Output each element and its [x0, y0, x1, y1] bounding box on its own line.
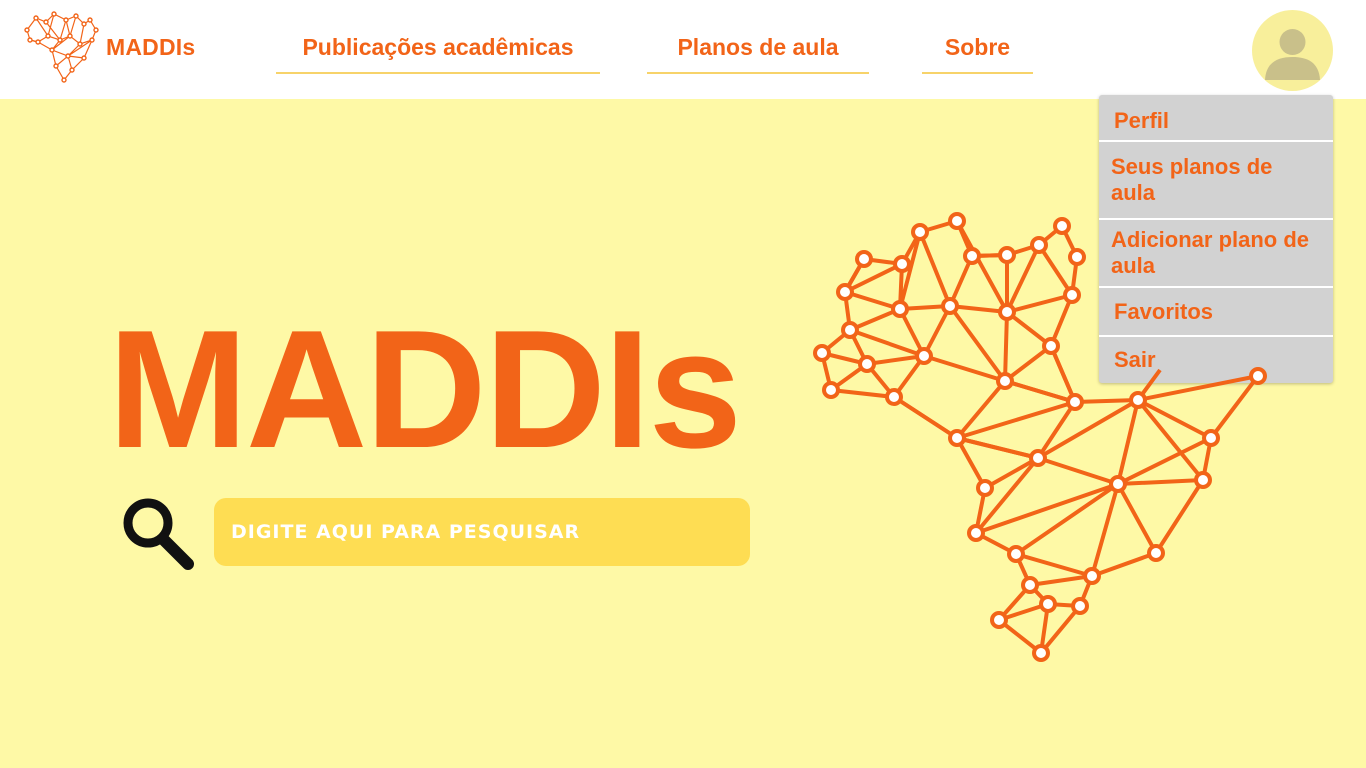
nav-link-planos-de-aula[interactable]: Planos de aula [647, 30, 869, 74]
brazil-network-logo-icon[interactable] [24, 10, 100, 84]
hero-title: MADDIs [108, 295, 742, 483]
search-input[interactable] [214, 498, 750, 566]
brazil-network-map-illustration [800, 200, 1280, 670]
user-avatar-button[interactable] [1252, 10, 1333, 91]
user-avatar-icon [1265, 29, 1320, 80]
search-icon[interactable] [118, 494, 198, 572]
menu-item-perfil[interactable]: Perfil [1099, 95, 1333, 142]
brand-name[interactable]: MADDIs [106, 34, 195, 61]
top-navigation-bar: MADDIs Publicações acadêmicas Planos de … [0, 0, 1366, 99]
nav-link-publicacoes[interactable]: Publicações acadêmicas [276, 30, 600, 74]
nav-link-sobre[interactable]: Sobre [922, 30, 1033, 74]
